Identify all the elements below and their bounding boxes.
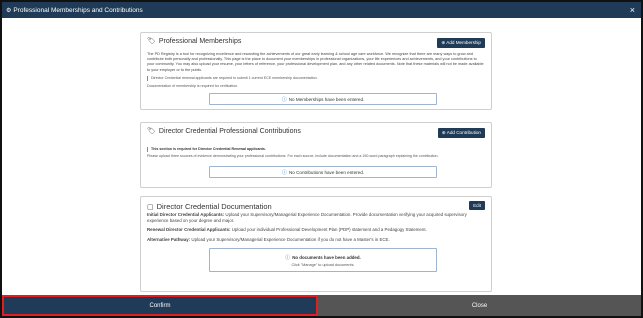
- documentation-panel: ▢ Director Credential Documentation Edit…: [140, 196, 492, 292]
- contributions-title: Director Credential Professional Contrib…: [158, 127, 301, 135]
- modal-footer: Confirm Close: [2, 295, 641, 316]
- documentation-initial: Initial Director Credential Applicants: …: [147, 212, 485, 224]
- modal-title: Professional Memberships and Contributio…: [13, 6, 143, 14]
- close-icon[interactable]: ×: [630, 4, 635, 16]
- documentation-empty-sub: Click "Manage" to upload documents.: [291, 262, 355, 267]
- tag-icon: 🏷: [147, 38, 156, 45]
- confirm-button[interactable]: Confirm: [2, 295, 318, 316]
- memberships-title: Professional Memberships: [158, 37, 242, 45]
- memberships-note-line2: Documentation of membership is required …: [147, 84, 239, 88]
- documentation-renewal: Renewal Director Credential Applicants: …: [147, 227, 485, 233]
- modal-titlebar: ⚙ Professional Memberships and Contribut…: [2, 2, 641, 18]
- info-icon: ⓘ: [281, 169, 287, 176]
- alternative-text: Upload your Supervisory/Managerial Exper…: [190, 237, 390, 242]
- documentation-alternative: Alternative Pathway: Upload your Supervi…: [147, 237, 485, 243]
- info-icon: ⓘ: [281, 96, 287, 103]
- plus-circle-icon: ⊕: [441, 130, 446, 135]
- plus-circle-icon: ⊕: [441, 40, 446, 45]
- memberships-panel: 🏷 Professional Memberships ⊕Add Membersh…: [140, 32, 492, 110]
- memberships-heading: 🏷 Professional Memberships: [147, 37, 242, 46]
- memberships-note-line1: Director Credential renewal applicants a…: [151, 76, 318, 80]
- gear-icon: ⚙: [6, 7, 12, 14]
- contributions-note: This section is required for Director Cr…: [147, 147, 485, 152]
- contributions-note-line2: Please upload three sources of evidence …: [147, 154, 439, 158]
- page-icon: ▢: [147, 203, 154, 211]
- documentation-heading: ▢ Director Credential Documentation: [147, 202, 272, 211]
- add-contribution-label: Add Contribution: [446, 130, 481, 135]
- contributions-empty-state: ⓘ No Contributions have been entered.: [209, 166, 437, 178]
- memberships-empty-state: ⓘ No Memberships have been entered.: [209, 93, 437, 105]
- contributions-note-line1: This section is required for Director Cr…: [151, 147, 266, 151]
- memberships-description: The PD Registry is a tool for recognizin…: [147, 52, 484, 72]
- tag-icon: 🏷: [147, 128, 156, 135]
- memberships-note: Director Credential renewal applicants a…: [147, 76, 485, 81]
- contributions-heading: 🏷 Director Credential Professional Contr…: [147, 127, 301, 136]
- contributions-empty-text: No Contributions have been entered.: [288, 169, 365, 175]
- modal-body: 🏷 Professional Memberships ⊕Add Membersh…: [2, 18, 641, 294]
- documentation-empty-state: ⓘ No documents have been added. Click "M…: [209, 248, 437, 272]
- renewal-text: Upload your individual Professional Deve…: [230, 227, 427, 232]
- add-membership-button[interactable]: ⊕Add Membership: [437, 38, 485, 48]
- edit-documentation-button[interactable]: Edit: [469, 201, 485, 210]
- documentation-empty-line: ⓘ No documents have been added.: [285, 254, 361, 261]
- add-membership-label: Add Membership: [446, 40, 481, 45]
- info-icon: ⓘ: [285, 254, 291, 261]
- add-contribution-button[interactable]: ⊕Add Contribution: [437, 128, 485, 138]
- alternative-label: Alternative Pathway:: [147, 237, 191, 242]
- renewal-label: Renewal Director Credential Applicants:: [147, 227, 231, 232]
- contributions-panel: 🏷 Director Credential Professional Contr…: [140, 122, 492, 188]
- documentation-title: Director Credential Documentation: [156, 202, 272, 211]
- initial-label: Initial Director Credential Applicants:: [147, 212, 225, 217]
- memberships-empty-text: No Memberships have been entered.: [288, 96, 365, 102]
- close-button[interactable]: Close: [318, 295, 641, 316]
- documentation-empty-text: No documents have been added.: [292, 254, 361, 260]
